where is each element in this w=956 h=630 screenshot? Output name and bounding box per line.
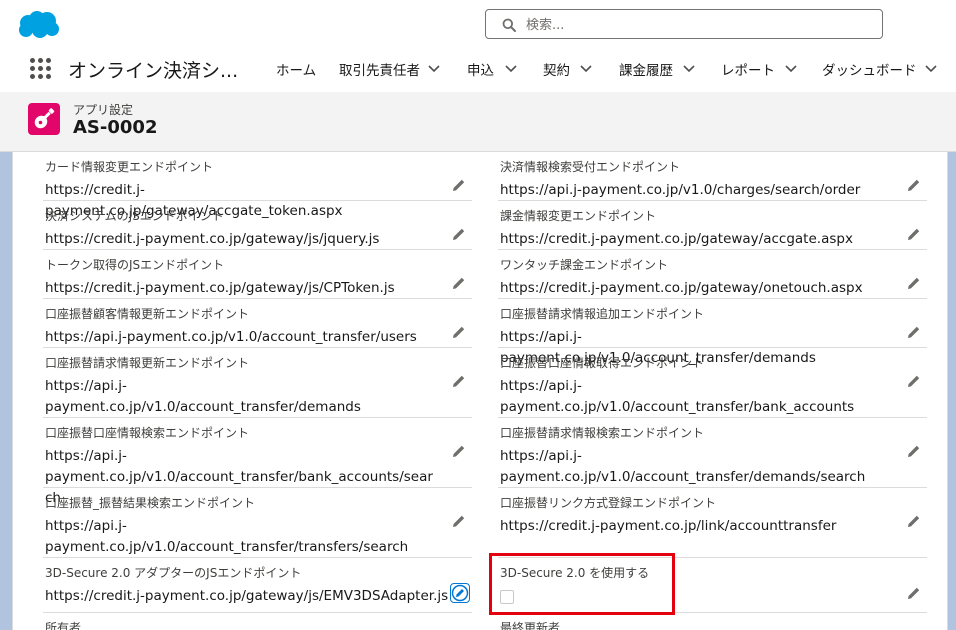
edit-button-focused[interactable] (450, 583, 470, 603)
field-value: https://credit.j-payment.co.jp/gateway/o… (500, 280, 863, 296)
pencil-icon[interactable] (907, 586, 921, 600)
field-label: 課金情報変更エンドポイント (500, 209, 657, 223)
pencil-icon[interactable] (452, 325, 466, 339)
field-owner: 所有者 (43, 613, 472, 630)
pencil-icon[interactable] (452, 444, 466, 458)
field-value: https://credit.j-payment.co.jp/gateway/j… (45, 231, 380, 247)
field-label: 口座振替請求情報検索エンドポイント (500, 426, 705, 440)
field-onetouch-endpoint: ワンタッチ課金エンドポイント https://credit.j-payment.… (498, 250, 927, 299)
record-object-icon (28, 103, 60, 135)
field-payment-js-endpoint: 決済システムのJSエンドポイント https://credit.j-paymen… (43, 201, 472, 250)
field-transfer-result-search-endpoint: 口座振替_振替結果検索エンドポイント https://api.j-payment… (43, 488, 472, 558)
field-value: https://credit.j-payment.co.jp/gateway/j… (45, 280, 395, 296)
field-3ds-adapter-js-endpoint: 3D-Secure 2.0 アダプターのJSエンドポイント https://cr… (43, 558, 472, 613)
chevron-down-icon[interactable] (505, 64, 517, 73)
salesforce-logo[interactable] (16, 10, 60, 40)
field-label: 口座振替顧客情報更新エンドポイント (45, 307, 250, 321)
pencil-icon[interactable] (452, 276, 466, 290)
field-transfer-demand-search-endpoint: 口座振替請求情報検索エンドポイント https://api.j-payment.… (498, 418, 927, 488)
field-billing-change-endpoint: 課金情報変更エンドポイント https://credit.j-payment.c… (498, 201, 927, 250)
pencil-icon[interactable] (452, 514, 466, 528)
nav-item-reports[interactable]: レポート (721, 59, 775, 81)
field-value: https://api.j-payment.co.jp/v1.0/account… (500, 378, 855, 415)
field-label: 口座振替請求情報追加エンドポイント (500, 307, 705, 321)
pencil-icon[interactable] (452, 227, 466, 241)
field-label: 決済システムのJSエンドポイント (45, 209, 224, 223)
nav-item-dashboards[interactable]: ダッシュボード (822, 59, 917, 81)
field-label: 口座振替_振替結果検索エンドポイント (45, 496, 256, 510)
field-label: トークン取得のJSエンドポイント (45, 258, 225, 272)
field-label: 口座振替リンク方式登録エンドポイント (500, 496, 717, 510)
field-label: 決済情報検索受付エンドポイント (500, 160, 681, 174)
field-label: 口座振替請求情報更新エンドポイント (45, 356, 250, 370)
field-value: https://credit.j-payment.co.jp/gateway/j… (45, 588, 449, 604)
record-detail-panel: カード情報変更エンドポイント https://credit.j-payment.… (12, 152, 948, 630)
field-label: カード情報変更エンドポイント (45, 160, 214, 174)
field-value: https://api.j-payment.co.jp/v1.0/charges… (500, 182, 861, 198)
pencil-icon[interactable] (452, 374, 466, 388)
field-card-change-endpoint: カード情報変更エンドポイント https://credit.j-payment.… (43, 152, 472, 219)
field-transfer-demand-update-endpoint: 口座振替請求情報更新エンドポイント https://api.j-payment.… (43, 348, 472, 418)
field-link-transfer-endpoint: 口座振替リンク方式登録エンドポイント https://credit.j-paym… (498, 488, 927, 558)
field-value: https://api.j-payment.co.jp/v1.0/account… (45, 329, 417, 345)
pencil-icon (451, 584, 469, 602)
field-use-3ds2: 3D-Secure 2.0 を使用する (498, 558, 927, 613)
field-label: ワンタッチ課金エンドポイント (500, 258, 669, 272)
field-token-js-endpoint: トークン取得のJSエンドポイント https://credit.j-paymen… (43, 250, 472, 299)
field-label: 所有者 (45, 621, 82, 630)
field-value: https://api.j-payment.co.jp/v1.0/account… (45, 378, 361, 415)
field-label: 3D-Secure 2.0 アダプターのJSエンドポイント (45, 566, 302, 580)
pencil-icon[interactable] (907, 374, 921, 388)
global-search[interactable] (485, 9, 883, 39)
pencil-icon[interactable] (907, 276, 921, 290)
field-transfer-demand-add-endpoint: 口座振替請求情報追加エンドポイント https://api.j-payment.… (498, 299, 927, 366)
nav-item-contacts[interactable]: 取引先責任者 (339, 59, 420, 81)
field-value: https://api.j-payment.co.jp/v1.0/account… (45, 518, 409, 555)
nav-item-billing-history[interactable]: 課金履歴 (619, 59, 673, 81)
field-payment-search-endpoint: 決済情報検索受付エンドポイント https://api.j-payment.co… (498, 152, 927, 201)
field-bank-account-get-endpoint: 口座振替口座情報取得エンドポイント https://api.j-payment.… (498, 348, 927, 418)
record-object-label: アプリ設定 (73, 103, 134, 117)
nav-item-contracts[interactable]: 契約 (543, 59, 570, 81)
field-label: 3D-Secure 2.0 を使用する (500, 566, 650, 580)
pencil-icon[interactable] (907, 325, 921, 339)
field-label: 最終更新者 (500, 621, 561, 630)
field-bank-account-search-endpoint: 口座振替口座情報検索エンドポイント https://api.j-payment.… (43, 418, 472, 506)
nav-item-applications[interactable]: 申込 (467, 59, 494, 81)
field-last-modified-by: 最終更新者 (498, 613, 927, 630)
field-label: 口座振替口座情報取得エンドポイント (500, 356, 705, 370)
chevron-down-icon[interactable] (683, 64, 695, 73)
chevron-down-icon[interactable] (428, 64, 440, 73)
pencil-icon[interactable] (907, 227, 921, 241)
field-transfer-user-endpoint: 口座振替顧客情報更新エンドポイント https://api.j-payment.… (43, 299, 472, 348)
app-name: オンライン決済シ... (68, 60, 239, 82)
use-3ds2-checkbox[interactable] (500, 590, 514, 604)
search-input[interactable] (524, 14, 868, 36)
pencil-icon[interactable] (907, 514, 921, 528)
field-value: https://api.j-payment.co.jp/v1.0/account… (500, 448, 866, 485)
field-value: https://credit.j-payment.co.jp/link/acco… (500, 518, 837, 534)
search-icon (502, 18, 516, 32)
chevron-down-icon[interactable] (580, 64, 592, 73)
global-header: オンライン決済シ... ホーム 取引先責任者 申込 契約 課金履歴 レポート ダ… (0, 0, 956, 93)
pencil-icon[interactable] (452, 178, 466, 192)
guitar-icon (34, 108, 55, 129)
app-launcher-icon[interactable] (30, 58, 51, 79)
chevron-down-icon[interactable] (785, 64, 797, 73)
chevron-down-icon[interactable] (925, 64, 937, 73)
pencil-icon[interactable] (907, 444, 921, 458)
field-label: 口座振替口座情報検索エンドポイント (45, 426, 250, 440)
nav-item-home[interactable]: ホーム (276, 59, 316, 81)
record-page-header: アプリ設定 AS-0002 (0, 92, 956, 152)
record-name: AS-0002 (73, 117, 158, 138)
pencil-icon[interactable] (907, 178, 921, 192)
field-value: https://credit.j-payment.co.jp/gateway/a… (500, 231, 853, 247)
